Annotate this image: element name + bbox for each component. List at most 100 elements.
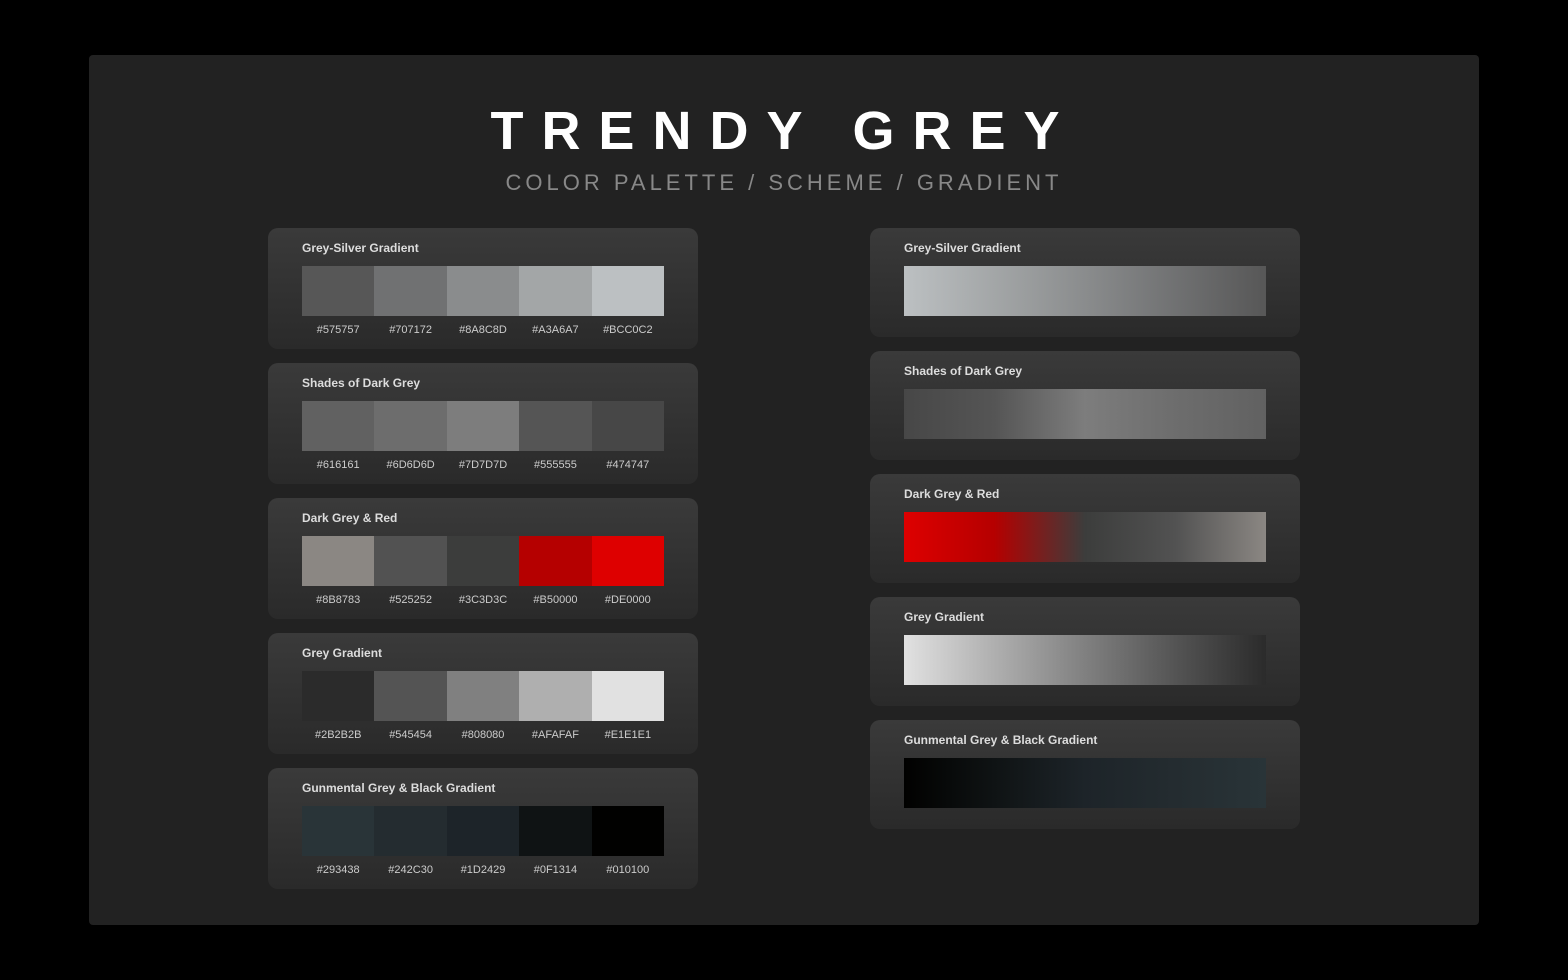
- swatch-cell: #BCC0C2: [592, 266, 664, 336]
- swatch-cell: #B50000: [519, 536, 591, 606]
- swatch-cell: #293438: [302, 806, 374, 876]
- color-swatch: [592, 401, 664, 451]
- gradient-card: Grey-Silver Gradient: [870, 228, 1300, 337]
- palette-title: Dark Grey & Red: [904, 487, 1266, 501]
- hex-label: #293438: [317, 864, 360, 876]
- hex-label: #1D2429: [461, 864, 506, 876]
- hex-label: #8B8783: [316, 594, 360, 606]
- palette-card: Dark Grey & Red #8B8783 #525252 #3C3D3C #B50…: [268, 498, 698, 619]
- swatch-cell: #7D7D7D: [447, 401, 519, 471]
- color-swatch: [519, 671, 591, 721]
- swatch-cell: #808080: [447, 671, 519, 741]
- color-swatch: [592, 806, 664, 856]
- color-swatch: [519, 536, 591, 586]
- hex-label: #575757: [317, 324, 360, 336]
- swatch-cell: #525252: [374, 536, 446, 606]
- palette-title: Dark Grey & Red: [302, 511, 664, 525]
- gradient-bar: [904, 389, 1266, 439]
- hex-label: #DE0000: [605, 594, 651, 606]
- header: TRENDY GREY Color Palette / Scheme / Gra…: [89, 100, 1479, 196]
- gradient-bar: [904, 266, 1266, 316]
- color-swatch: [374, 266, 446, 316]
- hex-label: #BCC0C2: [603, 324, 653, 336]
- swatch-cell: #616161: [302, 401, 374, 471]
- hex-label: #7D7D7D: [459, 459, 507, 471]
- hex-label: #545454: [389, 729, 432, 741]
- hex-label: #6D6D6D: [386, 459, 434, 471]
- palette-title: Grey-Silver Gradient: [302, 241, 664, 255]
- swatch-cell: #3C3D3C: [447, 536, 519, 606]
- swatch-cell: #545454: [374, 671, 446, 741]
- swatch-cell: #6D6D6D: [374, 401, 446, 471]
- color-swatch: [519, 806, 591, 856]
- hex-label: #808080: [462, 729, 505, 741]
- color-swatch: [302, 671, 374, 721]
- hex-label: #616161: [317, 459, 360, 471]
- palette-title: Grey Gradient: [302, 646, 664, 660]
- swatch-cell: #0F1314: [519, 806, 591, 876]
- color-swatch: [374, 536, 446, 586]
- palette-card: Grey-Silver Gradient #575757 #707172 #8A8C8…: [268, 228, 698, 349]
- color-swatch: [302, 536, 374, 586]
- hex-label: #AFAFAF: [532, 729, 579, 741]
- color-swatch: [374, 671, 446, 721]
- content-area: Grey-Silver Gradient #575757 #707172 #8A8C8…: [89, 228, 1479, 889]
- hex-label: #242C30: [388, 864, 433, 876]
- palette-title: Gunmental Grey & Black Gradient: [302, 781, 664, 795]
- color-swatch: [447, 671, 519, 721]
- subtitle: Color Palette / Scheme / Gradient: [89, 170, 1479, 196]
- palette-card: Gunmental Grey & Black Gradient #293438 #2…: [268, 768, 698, 889]
- swatch-cell: #2B2B2B: [302, 671, 374, 741]
- hex-label: #474747: [606, 459, 649, 471]
- gradient-bar: [904, 635, 1266, 685]
- color-swatch: [302, 806, 374, 856]
- main-title: TRENDY GREY: [89, 100, 1479, 162]
- hex-label: #525252: [389, 594, 432, 606]
- gradient-column: Grey-Silver Gradient Shades of Dark Grey D…: [870, 228, 1300, 889]
- gradient-card: Grey Gradient: [870, 597, 1300, 706]
- swatch-cell: #707172: [374, 266, 446, 336]
- swatch-cell: #8A8C8D: [447, 266, 519, 336]
- hex-label: #A3A6A7: [532, 324, 578, 336]
- color-swatch: [374, 806, 446, 856]
- gradient-card: Gunmental Grey & Black Gradient: [870, 720, 1300, 829]
- hex-label: #0F1314: [534, 864, 577, 876]
- swatch-cell: #575757: [302, 266, 374, 336]
- hex-label: #3C3D3C: [459, 594, 507, 606]
- color-swatch: [592, 266, 664, 316]
- swatch-cell: #242C30: [374, 806, 446, 876]
- palette-title: Gunmental Grey & Black Gradient: [904, 733, 1266, 747]
- swatch-cell: #A3A6A7: [519, 266, 591, 336]
- color-swatch: [519, 266, 591, 316]
- color-swatch: [302, 266, 374, 316]
- swatch-column: Grey-Silver Gradient #575757 #707172 #8A8C8…: [268, 228, 698, 889]
- hex-label: #8A8C8D: [459, 324, 507, 336]
- color-swatch: [374, 401, 446, 451]
- hex-label: #555555: [534, 459, 577, 471]
- swatch-cell: #AFAFAF: [519, 671, 591, 741]
- hex-label: #2B2B2B: [315, 729, 361, 741]
- palette-page: TRENDY GREY Color Palette / Scheme / Gra…: [89, 55, 1479, 925]
- hex-label: #E1E1E1: [605, 729, 651, 741]
- swatch-row: #293438#242C30#1D2429#0F1314#010100: [302, 806, 664, 876]
- swatch-row: #8B8783 #525252 #3C3D3C #B50000 #DE0000: [302, 536, 664, 606]
- swatch-cell: #1D2429: [447, 806, 519, 876]
- color-swatch: [447, 806, 519, 856]
- color-swatch: [519, 401, 591, 451]
- color-swatch: [592, 536, 664, 586]
- palette-title: Grey Gradient: [904, 610, 1266, 624]
- palette-title: Shades of Dark Grey: [904, 364, 1266, 378]
- gradient-card: Shades of Dark Grey: [870, 351, 1300, 460]
- palette-title: Grey-Silver Gradient: [904, 241, 1266, 255]
- color-swatch: [447, 536, 519, 586]
- swatch-cell: #8B8783: [302, 536, 374, 606]
- hex-label: #707172: [389, 324, 432, 336]
- swatch-cell: #E1E1E1: [592, 671, 664, 741]
- color-swatch: [592, 671, 664, 721]
- swatch-row: #575757 #707172 #8A8C8D #A3A6A7 #BCC0C2: [302, 266, 664, 336]
- palette-card: Grey Gradient #2B2B2B #545454 #808080 #AFAFA…: [268, 633, 698, 754]
- gradient-bar: [904, 512, 1266, 562]
- gradient-card: Dark Grey & Red: [870, 474, 1300, 583]
- gradient-bar: [904, 758, 1266, 808]
- color-swatch: [447, 401, 519, 451]
